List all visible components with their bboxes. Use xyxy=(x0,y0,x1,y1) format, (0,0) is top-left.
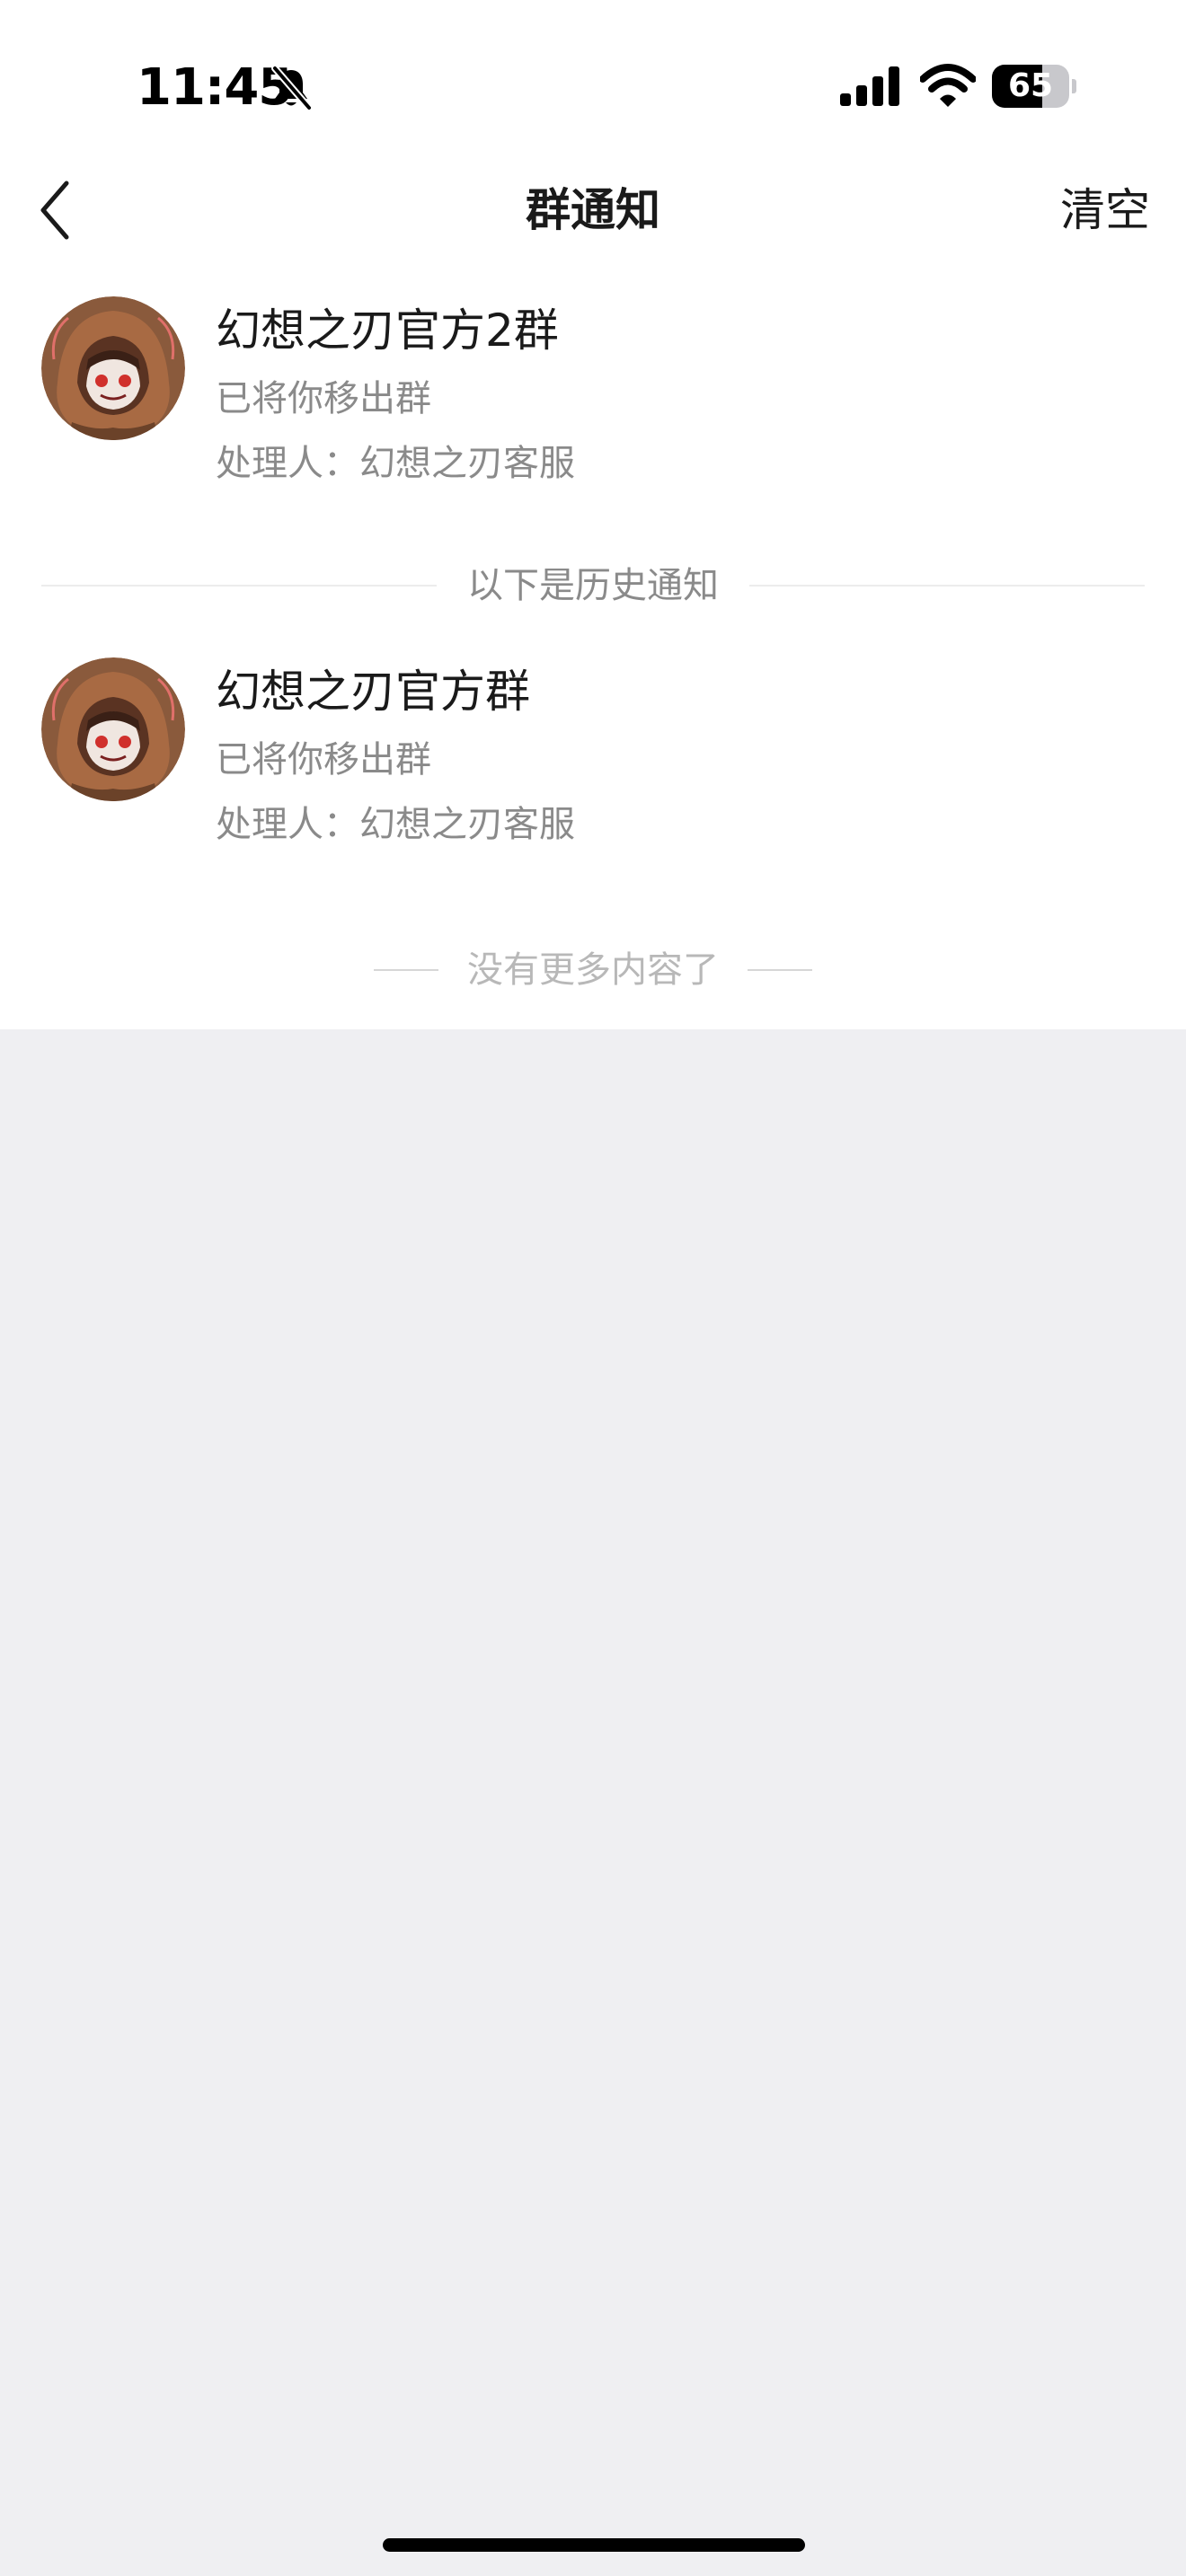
notification-item[interactable]: 幻想之刃官方2群 已将你移出群 处理人：幻想之刃客服 xyxy=(0,296,1186,530)
page-title: 群通知 xyxy=(526,184,660,236)
history-divider-label: 以下是历史通知 xyxy=(467,565,719,606)
divider-line xyxy=(41,585,437,587)
end-divider-line xyxy=(374,969,438,971)
handler-name: 幻想之刃客服 xyxy=(359,443,575,484)
battery-icon: 65 xyxy=(992,65,1076,108)
battery-level: 65 xyxy=(1007,67,1054,104)
end-divider-line xyxy=(748,969,812,971)
notification-message: 已将你移出群 xyxy=(216,378,431,419)
cellular-signal-icon xyxy=(840,66,901,106)
group-avatar[interactable] xyxy=(41,657,185,801)
notification-item[interactable]: 幻想之刃官方群 已将你移出群 处理人：幻想之刃客服 xyxy=(0,657,1186,891)
home-indicator[interactable] xyxy=(383,2538,805,2552)
divider-line xyxy=(749,585,1145,587)
handler-label: 处理人： xyxy=(216,443,359,484)
handler-line: 处理人：幻想之刃客服 xyxy=(216,437,575,490)
group-name: 幻想之刃官方群 xyxy=(216,666,530,718)
chevron-left-icon xyxy=(40,181,69,240)
end-of-list-label: 没有更多内容了 xyxy=(467,949,719,991)
handler-label: 处理人： xyxy=(216,804,359,845)
group-avatar[interactable] xyxy=(41,296,185,440)
wifi-icon xyxy=(919,63,977,108)
bell-slash-icon xyxy=(270,65,313,111)
back-button[interactable] xyxy=(32,176,83,244)
notification-message: 已将你移出群 xyxy=(216,739,431,781)
clear-button[interactable]: 清空 xyxy=(1033,174,1150,246)
handler-line: 处理人：幻想之刃客服 xyxy=(216,798,575,851)
handler-name: 幻想之刃客服 xyxy=(359,804,575,845)
group-name: 幻想之刃官方2群 xyxy=(216,304,559,357)
